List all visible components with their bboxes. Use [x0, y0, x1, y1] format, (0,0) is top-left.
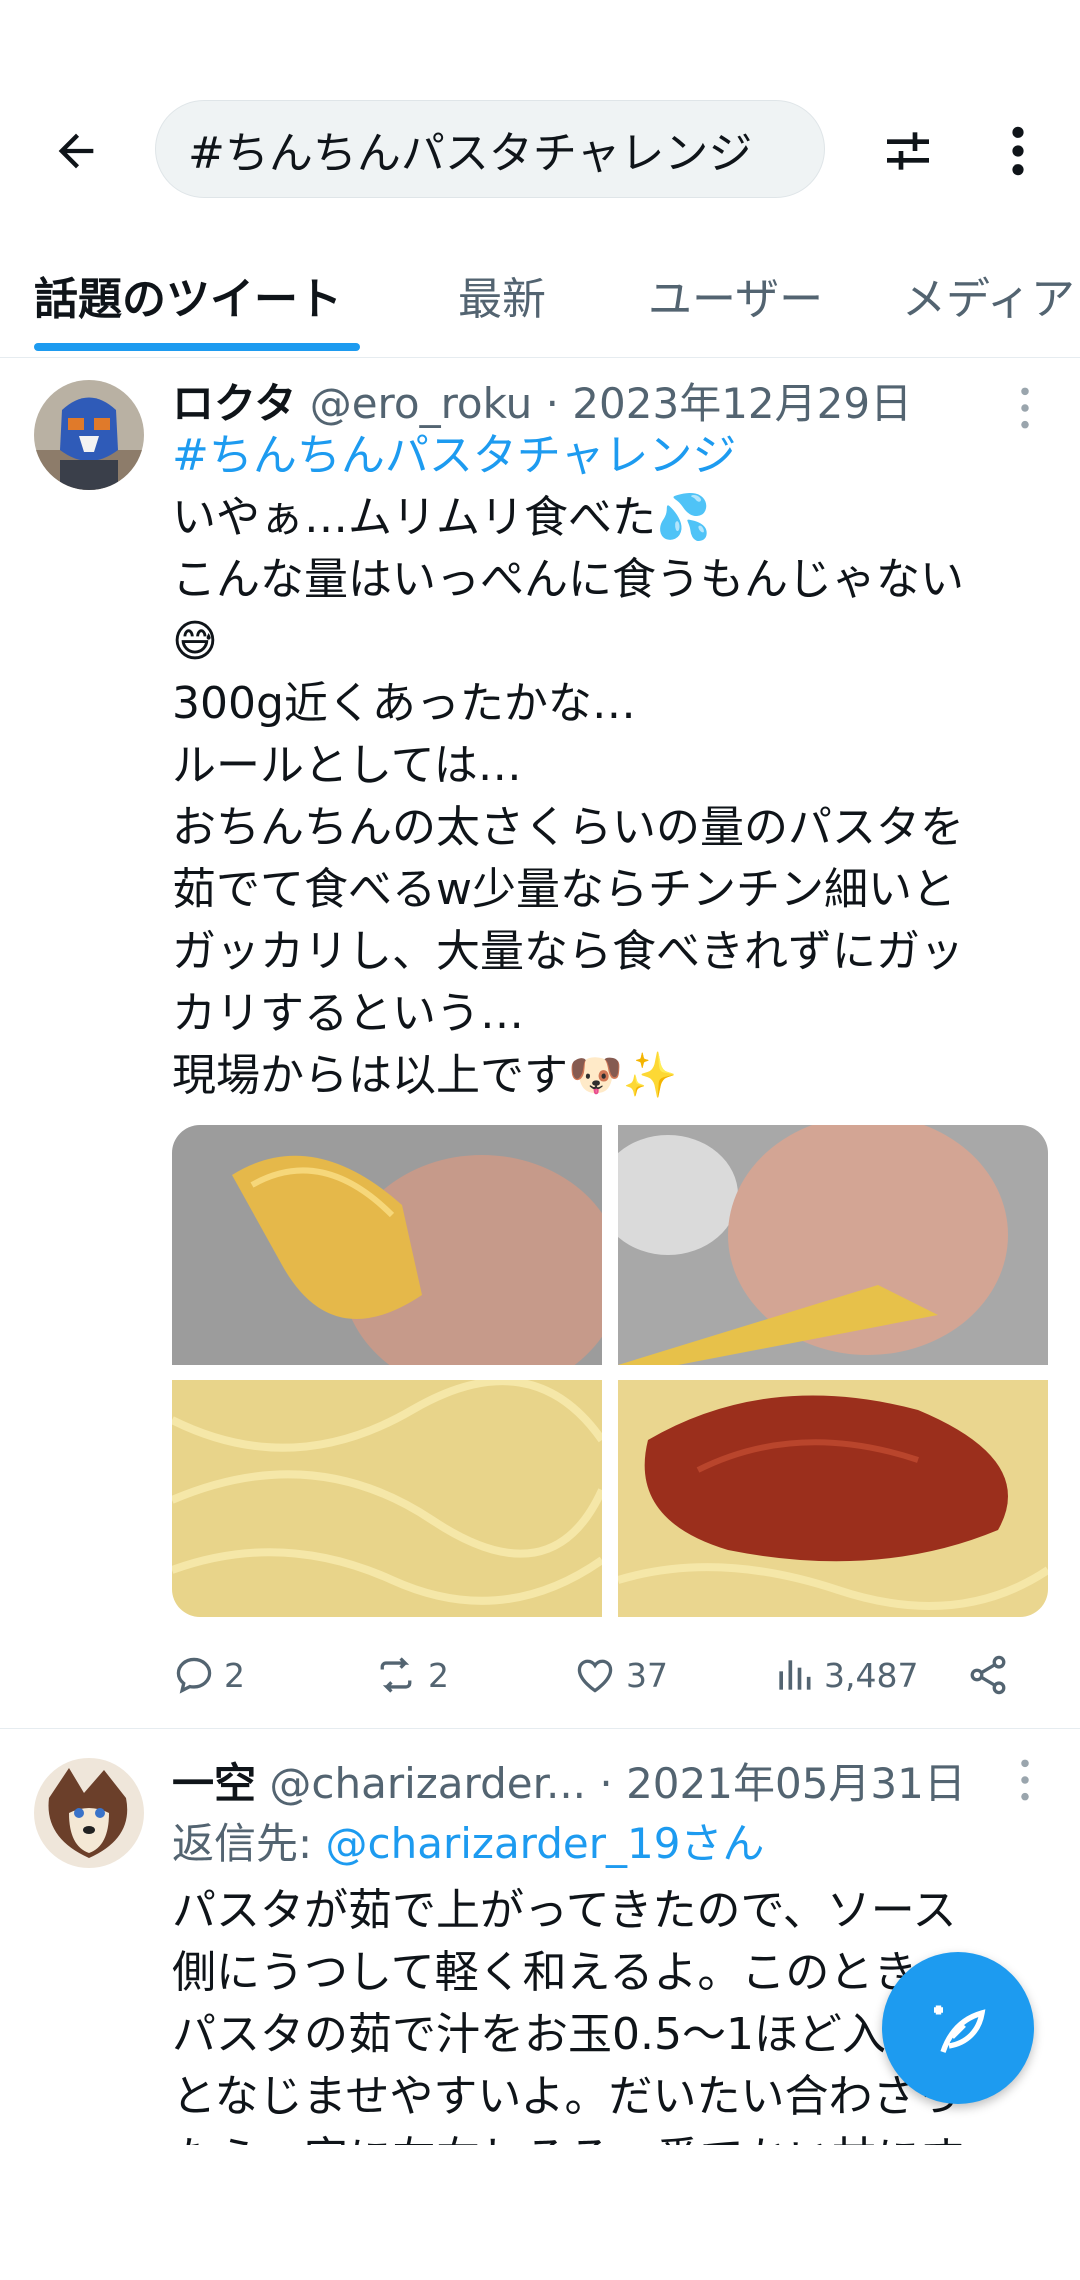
tweet-line: 茹でて食べるw少量ならチンチン細いと	[172, 864, 956, 915]
tweet-line: こんな量はいっぺんに食うもんじゃない	[172, 554, 964, 605]
reply-icon	[176, 1657, 212, 1694]
reply-button[interactable]: 2	[172, 1640, 245, 1710]
tweet-actions: 2 2 37 3,487	[172, 1640, 1032, 1710]
compose-tweet-button[interactable]	[882, 1952, 1034, 2104]
media-photo[interactable]	[618, 1125, 1048, 1365]
search-query-text: #ちんちんパスタチャレンジ	[188, 128, 753, 179]
tab-top[interactable]: 話題のツイート	[34, 263, 342, 327]
reply-to-line: 返信先: @charizarder_19さん	[172, 1810, 764, 1871]
tweet-line: ガッカリし、大量なら食べきれずにガッ	[172, 926, 964, 977]
media-photo[interactable]	[172, 1380, 602, 1617]
tweet-line: ルールとしては…	[172, 740, 522, 791]
retweet-button[interactable]: 2	[372, 1640, 449, 1710]
author-name[interactable]: ロクタ	[172, 379, 296, 428]
more-vertical-icon	[1012, 126, 1024, 176]
avatar[interactable]	[34, 1758, 144, 1868]
tweet-divider	[0, 1728, 1080, 1729]
views-button[interactable]: 3,487	[772, 1640, 918, 1710]
tweet-text: #ちんちんパスタチャレンジ いやぁ…ムリムリ食べた💦 こんな量はいっぺんに食うも…	[172, 425, 1032, 1107]
tab-users[interactable]: ユーザー	[648, 263, 823, 327]
search-tabs: 話題のツイート 最新 ユーザー メディア	[0, 245, 1080, 358]
active-tab-indicator	[34, 343, 360, 351]
more-options-button[interactable]	[990, 113, 1046, 189]
like-count: 37	[626, 1655, 668, 1695]
bar-chart-icon	[779, 1660, 811, 1690]
filter-button[interactable]	[870, 113, 946, 189]
tweet-line: いやぁ…ムリムリ食べた💦	[172, 492, 711, 543]
author-name[interactable]: 一空	[172, 1759, 256, 1808]
sliders-icon	[887, 132, 929, 170]
tab-media[interactable]: メディア	[902, 263, 1075, 327]
reply-count: 2	[224, 1655, 245, 1695]
tweet-header: ロクタ @ero_roku · 2023年12月29日	[172, 370, 912, 431]
retweet-icon	[380, 1657, 412, 1693]
share-icon	[970, 1655, 1006, 1695]
tweet-line: おちんちんの太さくらいの量のパスタを	[172, 802, 964, 853]
media-photo[interactable]	[618, 1380, 1048, 1617]
tweet-line: カリするという…	[172, 988, 524, 1039]
back-button[interactable]	[40, 115, 112, 187]
tweet-line: 😅	[172, 616, 218, 667]
share-button[interactable]	[966, 1640, 1010, 1710]
retweet-count: 2	[428, 1655, 449, 1695]
compose-tweet-icon	[934, 2005, 986, 2053]
media-grid	[172, 1125, 1048, 1617]
author-handle-date: @charizarder... · 2021年05月31日	[269, 1759, 966, 1808]
reply-to-label: 返信先:	[172, 1819, 326, 1868]
like-button[interactable]: 37	[572, 1640, 668, 1710]
avatar[interactable]	[34, 380, 144, 490]
tweet-line: 300g近くあったかな…	[172, 678, 636, 729]
reply-to-handle[interactable]: @charizarder_19さん	[326, 1819, 765, 1868]
tweet-more-button[interactable]	[1010, 1755, 1040, 1805]
search-input[interactable]: #ちんちんパスタチャレンジ	[155, 100, 825, 198]
author-handle-date: @ero_roku · 2023年12月29日	[309, 379, 913, 428]
tweet-header: 一空 @charizarder... · 2021年05月31日	[172, 1750, 966, 1811]
heart-icon	[577, 1659, 613, 1693]
top-bar: #ちんちんパスタチャレンジ	[0, 95, 1080, 205]
view-count: 3,487	[824, 1655, 919, 1695]
tweet-line: 現場からは以上です🐶✨	[172, 1050, 678, 1101]
tab-latest[interactable]: 最新	[458, 263, 546, 327]
hashtag-link[interactable]: #ちんちんパスタチャレンジ	[172, 425, 1032, 487]
tweet-line: パスタが茹で上がってきたので、ソース	[172, 1885, 957, 1936]
more-vertical-icon	[1021, 1759, 1029, 1801]
arrow-left-icon	[58, 133, 94, 169]
bottom-blank-area	[0, 2145, 1080, 2280]
media-photo[interactable]	[172, 1125, 602, 1365]
